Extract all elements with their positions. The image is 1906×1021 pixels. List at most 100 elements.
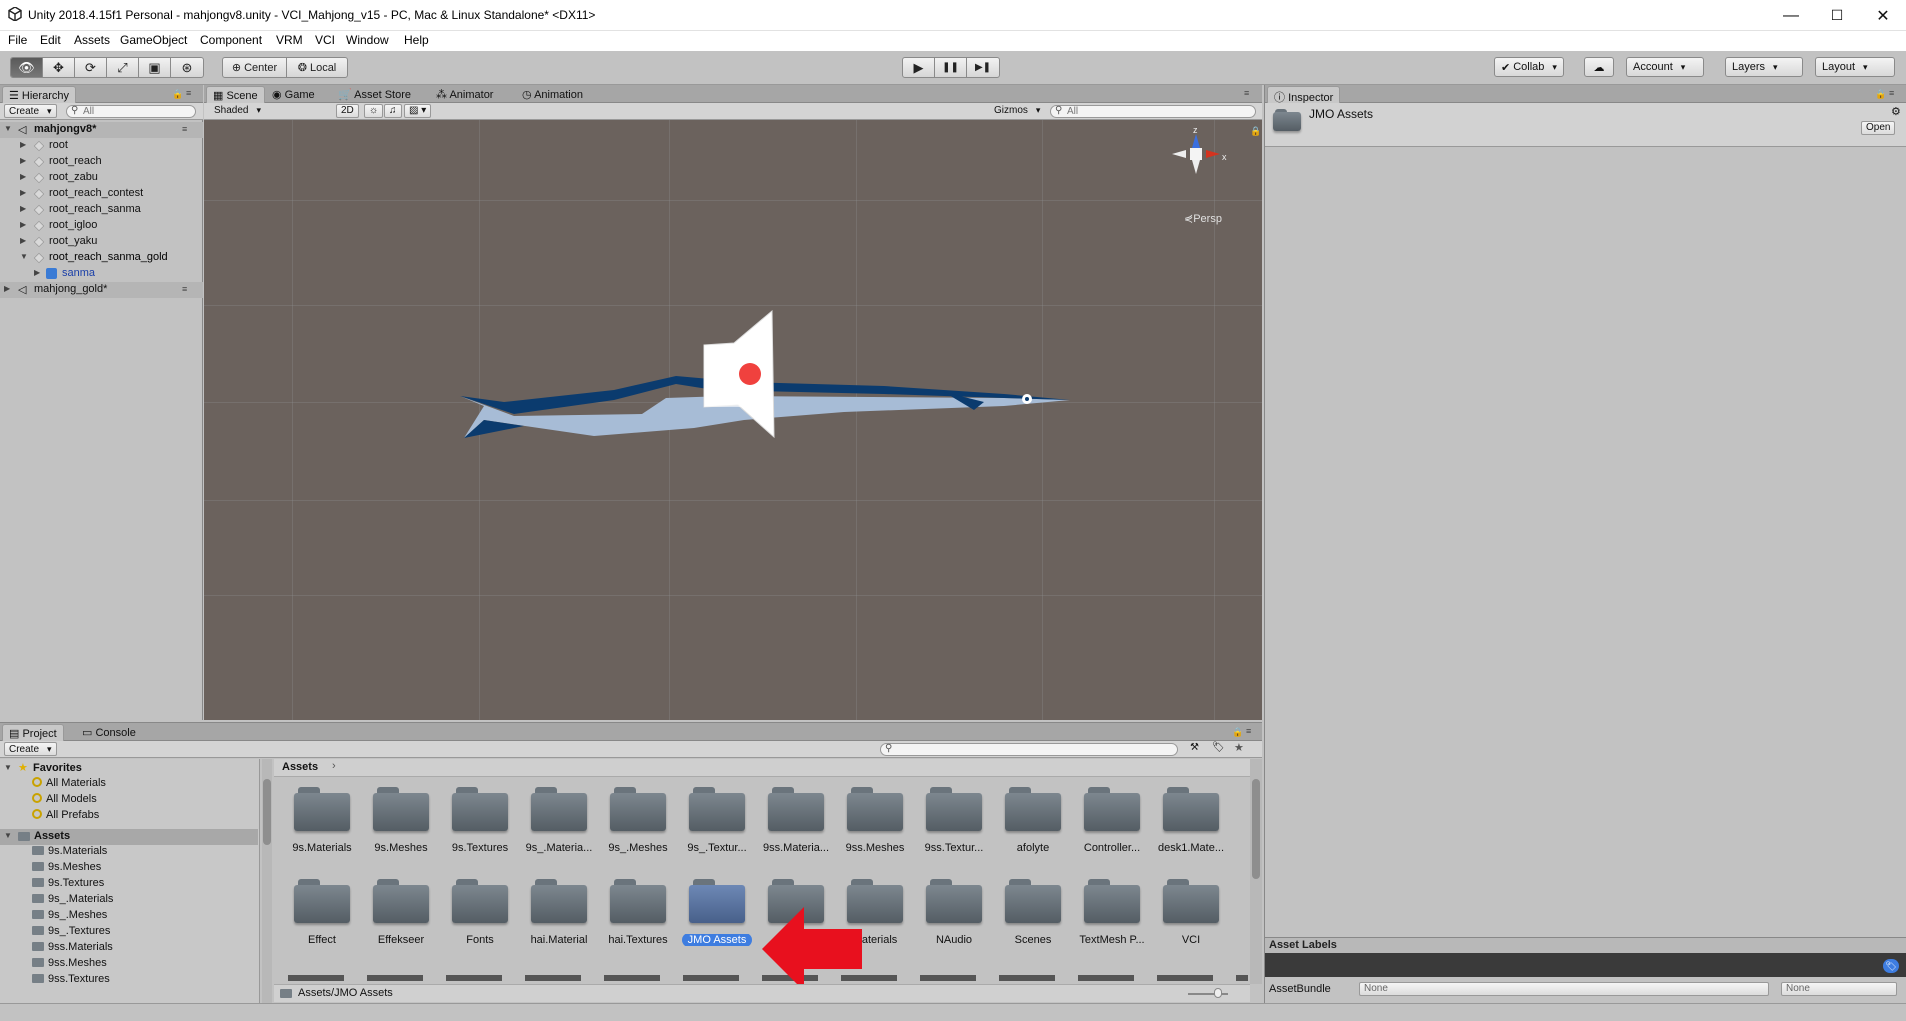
asset-folder-item[interactable]: 9ss.Materia...	[763, 787, 829, 854]
panel-menu-icon[interactable]: ≡	[1244, 88, 1249, 98]
tab-game[interactable]: ◉ Game	[266, 86, 321, 103]
menu-vrm[interactable]: VRM	[276, 33, 303, 47]
close-button[interactable]: ✕	[1860, 0, 1906, 31]
favorite-all-models[interactable]: All Models	[32, 793, 97, 809]
menu-assets[interactable]: Assets	[74, 33, 110, 47]
asset-folder-item[interactable]: 9s_.Materia...	[526, 787, 592, 854]
account-dropdown[interactable]: Account	[1626, 57, 1704, 77]
hierarchy-create-button[interactable]: Create	[4, 104, 57, 118]
expand-down-icon[interactable]: ▼	[4, 124, 12, 133]
asset-folder-item[interactable]: Effect	[292, 879, 352, 946]
scene-row-mahjongv8[interactable]: ▼ ◁ mahjongv8* ≡	[0, 122, 203, 138]
filter-by-type-icon[interactable]: ⚒	[1190, 742, 1199, 753]
hierarchy-item-root[interactable]: ▶ root	[0, 138, 200, 154]
scene-orientation-gizmo[interactable]	[1168, 130, 1232, 200]
lock-icon[interactable]: 🔒	[172, 89, 183, 100]
pivot-local-button[interactable]: ❂ Local	[287, 58, 347, 77]
cursor-shape-object[interactable]	[694, 305, 824, 445]
favorite-star-icon[interactable]: ★	[1234, 741, 1244, 754]
hierarchy-item-root-reach-contest[interactable]: ▶ root_reach_contest	[0, 186, 200, 202]
projection-label[interactable]: ⋞Persp	[1184, 212, 1222, 225]
assets-root-row[interactable]: ▼ Assets	[0, 829, 258, 845]
settings-gear-icon[interactable]: ⚙	[1891, 105, 1901, 118]
hierarchy-item-root-yaku[interactable]: ▶ root_yaku	[0, 234, 200, 250]
panel-menu-icon[interactable]: ≡	[1889, 88, 1894, 98]
menu-vci[interactable]: VCI	[315, 33, 335, 47]
hierarchy-item-root-igloo[interactable]: ▶ root_igloo	[0, 218, 200, 234]
expand-right-icon[interactable]: ▶	[20, 140, 26, 149]
label-tag-icon[interactable]: 🏷	[1883, 959, 1899, 973]
tab-scene[interactable]: ▦ Scene	[206, 86, 265, 103]
pivot-center-button[interactable]: ⊕ Center	[223, 58, 287, 77]
scale-tool-icon[interactable]: ⤢	[107, 58, 139, 77]
project-search-input[interactable]	[880, 743, 1178, 756]
gizmo-lock-icon[interactable]: 🔒	[1250, 126, 1261, 137]
assetbundle-dropdown[interactable]: None	[1359, 982, 1769, 996]
expand-right-icon[interactable]: ▶	[20, 188, 26, 197]
audio-toggle[interactable]: ♫	[384, 104, 402, 118]
asset-folder-item[interactable]: 9s.Meshes	[371, 787, 431, 854]
collab-dropdown[interactable]: ✔ Collab	[1494, 57, 1564, 77]
hierarchy-item-root-zabu[interactable]: ▶ root_zabu	[0, 170, 200, 186]
breadcrumb-assets[interactable]: Assets	[282, 761, 318, 773]
menu-edit[interactable]: Edit	[40, 33, 61, 47]
panel-menu-icon[interactable]: ≡	[1246, 726, 1251, 736]
expand-right-icon[interactable]: ▶	[20, 236, 26, 245]
expand-right-icon[interactable]: ▶	[34, 268, 40, 277]
expand-right-icon[interactable]: ▶	[20, 172, 26, 181]
scene-menu-icon[interactable]: ≡	[182, 284, 187, 294]
project-create-button[interactable]: Create	[4, 742, 57, 756]
tree-folder[interactable]: 9s_.Materials	[32, 893, 113, 909]
tab-inspector[interactable]: ⓘ Inspector	[1267, 86, 1341, 104]
rotate-tool-icon[interactable]: ⟳	[75, 58, 107, 77]
menu-help[interactable]: Help	[404, 33, 429, 47]
scene-row-mahjong-gold[interactable]: ▶ ◁ mahjong_gold* ≡	[0, 282, 203, 298]
assetbundle-variant-dropdown[interactable]: None	[1781, 982, 1897, 996]
transform-tool-icon[interactable]: ⊛	[171, 58, 203, 77]
hierarchy-item-sanma[interactable]: ▶ sanma	[0, 266, 200, 282]
asset-folder-item[interactable]: 9s.Materials	[292, 787, 352, 854]
menu-window[interactable]: Window	[346, 33, 389, 47]
tree-folder[interactable]: 9s.Meshes	[32, 861, 101, 877]
tree-scrollbar-track[interactable]	[262, 759, 272, 1004]
asset-folder-item[interactable]: VCI	[1161, 879, 1221, 946]
asset-folder-item[interactable]: 9s.Textures	[450, 787, 510, 854]
lock-icon[interactable]: 🔒	[1875, 89, 1886, 100]
zoom-slider-thumb[interactable]	[1214, 988, 1222, 998]
tree-folder[interactable]: 9ss.Meshes	[32, 957, 107, 973]
asset-folder-item[interactable]: Scenes	[1003, 879, 1063, 946]
zoom-slider-track[interactable]	[1188, 993, 1228, 995]
grid-scrollbar-track[interactable]	[1250, 759, 1262, 984]
menu-component[interactable]: Component	[200, 33, 262, 47]
asset-folder-item[interactable]: Controller...	[1082, 787, 1142, 854]
effects-dropdown[interactable]: ▨ ▾	[404, 104, 432, 118]
cloud-button[interactable]: ☁	[1584, 57, 1614, 77]
favorite-all-prefabs[interactable]: All Prefabs	[32, 809, 99, 825]
expand-down-icon[interactable]: ▼	[20, 252, 28, 261]
maximize-button[interactable]: ☐	[1814, 0, 1860, 31]
shading-mode-dropdown[interactable]: Shaded	[210, 104, 330, 118]
play-button[interactable]: ▶	[903, 58, 935, 77]
asset-folder-item[interactable]: hai.Material	[529, 879, 589, 946]
move-tool-icon[interactable]: ✥	[43, 58, 75, 77]
asset-folder-item[interactable]: JMO Assets	[681, 879, 753, 946]
gizmos-dropdown[interactable]: Gizmos	[990, 104, 1044, 118]
tree-folder[interactable]: 9ss.Materials	[32, 941, 113, 957]
tab-asset-store[interactable]: 🛒 Asset Store	[332, 86, 417, 103]
filter-by-label-icon[interactable]: 🏷	[1212, 742, 1225, 753]
minimize-button[interactable]: —	[1768, 0, 1814, 31]
tab-animator[interactable]: ⁂ Animator	[430, 86, 499, 103]
scene-menu-icon[interactable]: ≡	[182, 124, 187, 134]
grid-scrollbar-thumb[interactable]	[1252, 779, 1260, 879]
expand-right-icon[interactable]: ▶	[20, 220, 26, 229]
tab-project[interactable]: ▤ Project	[2, 724, 64, 741]
asset-folder-item[interactable]: TextMesh P...	[1079, 879, 1145, 946]
hierarchy-item-root-reach[interactable]: ▶ root_reach	[0, 154, 200, 170]
scene-search-input[interactable]: All	[1050, 105, 1256, 118]
asset-folder-item[interactable]: desk1.Mate...	[1158, 787, 1224, 854]
favorite-all-materials[interactable]: All Materials	[32, 777, 106, 793]
asset-folder-item[interactable]: 9s_.Textur...	[687, 787, 747, 854]
pause-button[interactable]: ❚❚	[935, 58, 967, 77]
asset-folder-item[interactable]: Effekseer	[371, 879, 431, 946]
tab-hierarchy[interactable]: ☰ Hierarchy	[2, 86, 76, 103]
